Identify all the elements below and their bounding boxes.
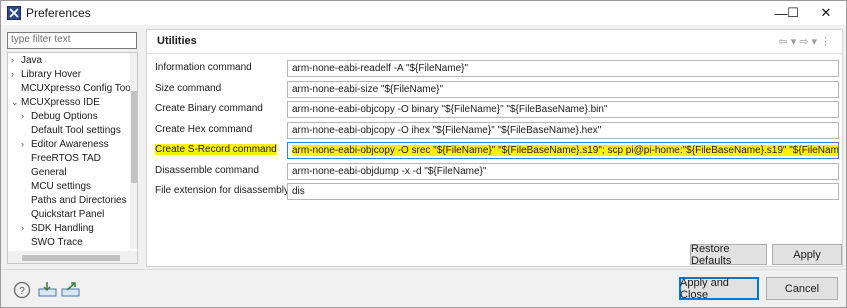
tree-item[interactable]: MCU settings: [21, 180, 91, 193]
svg-text:?: ?: [19, 286, 25, 297]
forward-arrow-icon[interactable]: ⇨: [799, 36, 811, 48]
cancel-button[interactable]: Cancel: [766, 277, 838, 300]
tree-item[interactable]: FreeRTOS TAD: [21, 152, 101, 165]
tree-item[interactable]: › Editor Awareness: [21, 138, 109, 151]
utility-command-value: arm-none-eabi-size "${FileName}": [292, 83, 444, 95]
utility-label: Information command: [155, 62, 252, 73]
tree-item-label: SWO Trace: [31, 237, 83, 248]
footer-divider: [1, 269, 846, 270]
app-icon: [7, 6, 21, 20]
tree-item[interactable]: SWO Trace: [21, 236, 83, 249]
utility-label: Size command: [155, 82, 222, 94]
utility-label: File extension for disassembly: [155, 185, 289, 196]
collapsed-chevron-icon[interactable]: ›: [21, 138, 31, 151]
preferences-tree[interactable]: SWO Trace › SDK Handling Quickstart Panel Pa…: [7, 52, 138, 264]
tree-item-label: MCUXpresso Config Too: [21, 83, 131, 94]
utility-command-value: arm-none-eabi-objcopy -O srec "${FileNam…: [292, 145, 838, 156]
utility-label: Create Hex command: [155, 123, 253, 135]
tree-vertical-scroll-thumb[interactable]: [131, 91, 137, 183]
apply-button[interactable]: Apply: [772, 244, 842, 265]
tree-item[interactable]: MCUXpresso Config Too: [11, 82, 131, 95]
tree-item[interactable]: › Debug Options: [21, 110, 98, 123]
collapsed-chevron-icon[interactable]: ›: [11, 68, 21, 81]
preferences-window: Preferences — ☐ ✕ type filter text SWO T…: [0, 0, 847, 308]
collapsed-chevron-icon[interactable]: ›: [21, 222, 31, 235]
header-divider: [147, 53, 842, 54]
utility-command-field[interactable]: arm-none-eabi-objcopy -O binary "${FileN…: [287, 101, 839, 118]
utility-command-value: dis: [292, 186, 305, 197]
utility-label: Create S-Record command: [155, 144, 277, 155]
collapsed-chevron-icon[interactable]: ›: [11, 54, 21, 67]
tree-item-label: Default Tool settings: [31, 125, 121, 136]
tree-item-label: General: [31, 167, 67, 178]
tree-item-label: Java: [21, 55, 43, 66]
tree-horizontal-scroll-thumb[interactable]: [22, 255, 120, 261]
tree-item-label: MCU settings: [31, 181, 92, 192]
tree-item[interactable]: › SDK Handling: [21, 222, 94, 235]
window-title: Preferences: [26, 6, 91, 20]
tree-item[interactable]: Quickstart Panel: [21, 208, 104, 221]
close-button[interactable]: ✕: [807, 1, 845, 25]
import-icon[interactable]: [38, 281, 57, 297]
tree-item[interactable]: Default Tool settings: [21, 124, 121, 137]
utility-label: Create Binary command: [155, 103, 263, 114]
utility-command-field[interactable]: arm-none-eabi-objcopy -O srec "${FileNam…: [287, 142, 839, 159]
tree-item[interactable]: Paths and Directories: [21, 194, 127, 207]
tree-item-label: Paths and Directories: [31, 195, 127, 206]
tree-item-label: Debug Options: [31, 111, 98, 122]
restore-defaults-button[interactable]: Restore Defaults: [690, 243, 767, 267]
tree-item-label: Quickstart Panel: [31, 209, 105, 220]
collapsed-chevron-icon[interactable]: ›: [21, 110, 31, 123]
back-dropdown-icon[interactable]: ▾: [791, 36, 800, 48]
utility-command-field[interactable]: arm-none-eabi-size "${FileName}": [287, 80, 839, 98]
tree-item-label: FreeRTOS TAD: [31, 153, 101, 164]
utility-command-value: arm-none-eabi-objcopy -O binary "${FileN…: [292, 104, 608, 115]
tree-item[interactable]: › Java: [11, 54, 42, 67]
tree-item-label: Editor Awareness: [31, 139, 109, 150]
filter-input[interactable]: type filter text: [7, 32, 137, 49]
export-icon[interactable]: [61, 281, 80, 297]
tree-vertical-scrollbar[interactable]: [130, 53, 137, 249]
title-bar: Preferences — ☐ ✕: [1, 1, 846, 25]
tree-horizontal-scrollbar[interactable]: [8, 251, 137, 263]
tree-item-label: SDK Handling: [31, 223, 94, 234]
utility-command-field[interactable]: dis: [287, 183, 839, 200]
page-navigation[interactable]: ⇦▾⇨▾⋮: [779, 35, 835, 48]
apply-and-close-button[interactable]: Apply and Close: [679, 277, 759, 301]
utility-command-field[interactable]: arm-none-eabi-objdump -x -d "${FileName}…: [287, 162, 839, 180]
tree-item[interactable]: General: [21, 166, 67, 179]
back-arrow-icon[interactable]: ⇦: [779, 36, 791, 48]
utility-command-field[interactable]: arm-none-eabi-objcopy -O ihex "${FileNam…: [287, 121, 839, 139]
utility-label: Disassemble command: [155, 164, 259, 176]
utility-command-field[interactable]: arm-none-eabi-readelf -A "${FileName}": [287, 60, 839, 77]
tree-item[interactable]: ⌄ MCUXpresso IDE: [11, 96, 100, 109]
utilities-panel: Utilities ⇦▾⇨▾⋮ Information command arm-n…: [146, 29, 843, 267]
expanded-chevron-icon[interactable]: ⌄: [11, 96, 21, 109]
tree-item-label: Library Hover: [21, 69, 82, 80]
tree-item-label: MCUXpresso IDE: [21, 97, 100, 108]
page-title: Utilities: [157, 35, 197, 47]
tree-item[interactable]: › Library Hover: [11, 68, 81, 81]
utility-command-value: arm-none-eabi-objdump -x -d "${FileName}…: [292, 165, 487, 177]
utility-command-value: arm-none-eabi-readelf -A "${FileName}": [292, 63, 469, 74]
help-icon[interactable]: ?: [13, 281, 31, 299]
view-menu-icon[interactable]: ⋮: [820, 36, 834, 48]
forward-dropdown-icon[interactable]: ▾: [811, 36, 820, 48]
utility-command-value: arm-none-eabi-objcopy -O ihex "${FileNam…: [292, 124, 602, 136]
